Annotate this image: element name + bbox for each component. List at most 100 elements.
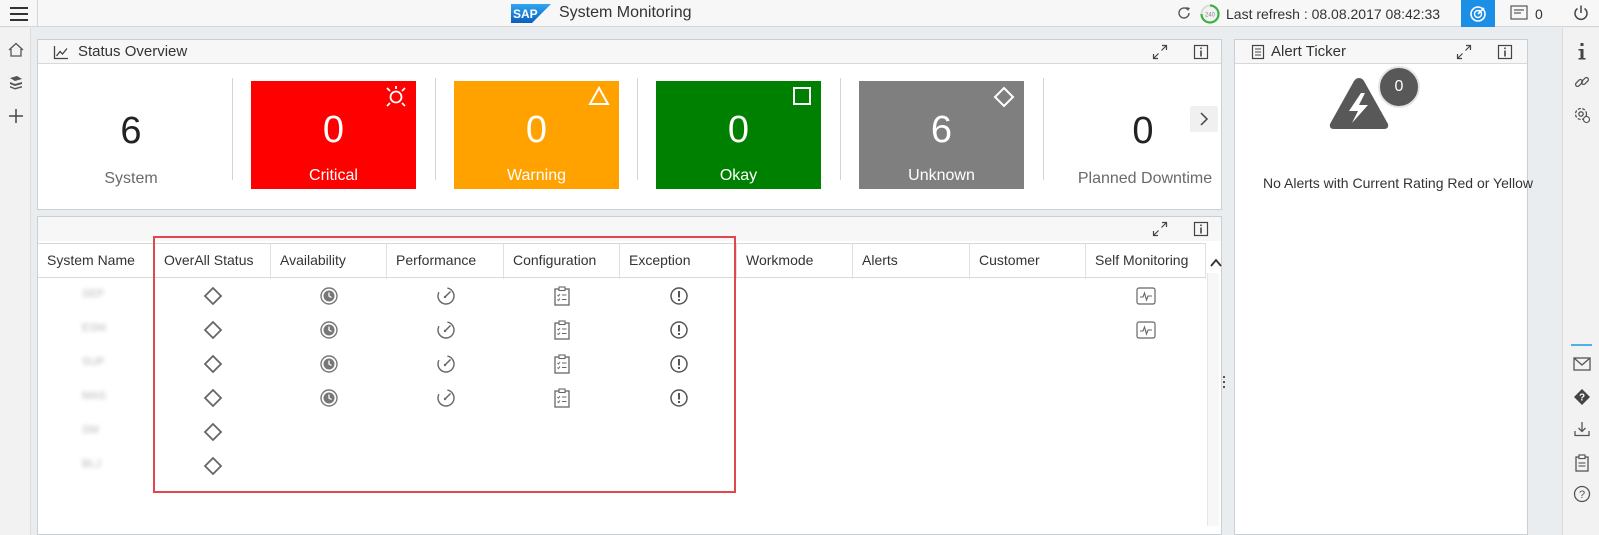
configuration-cell[interactable]	[504, 347, 620, 381]
hamburger-icon	[9, 6, 28, 21]
info-icon	[1578, 43, 1586, 60]
expand-icon[interactable]	[1456, 44, 1472, 60]
refresh-icon[interactable]	[1176, 5, 1192, 21]
table-scrollbar[interactable]	[1207, 273, 1219, 526]
system-name-cell[interactable]: SEP	[82, 288, 104, 300]
chevron-up-icon[interactable]	[1209, 256, 1223, 270]
svg-text:?: ?	[1579, 489, 1585, 501]
performance-cell[interactable]	[387, 313, 504, 347]
availability-clock-icon	[319, 286, 339, 306]
help-button[interactable]: ?	[1571, 483, 1593, 505]
menu-button[interactable]	[0, 0, 38, 27]
exception-cell[interactable]	[620, 347, 737, 381]
planned-downtime-label: Planned Downtime	[1077, 170, 1213, 187]
column-header-system-name[interactable]: System Name	[38, 244, 155, 279]
table-row[interactable]: ESM	[38, 313, 1206, 347]
expand-icon[interactable]	[1152, 221, 1168, 237]
exception-cell[interactable]	[620, 381, 737, 415]
critical-tile[interactable]: 0 Critical	[251, 81, 416, 189]
column-header-workmode[interactable]: Workmode	[737, 244, 853, 279]
column-header-overall-status[interactable]: OverAll Status	[155, 244, 271, 279]
performance-cell[interactable]	[387, 347, 504, 381]
self-monitoring-cell[interactable]	[1086, 279, 1206, 313]
unknown-diamond-icon	[203, 422, 223, 442]
next-page-button[interactable]	[1190, 106, 1218, 132]
clipboard-button[interactable]	[1571, 452, 1593, 474]
table-row[interactable]: BLJ	[38, 449, 1206, 483]
power-icon[interactable]	[1572, 4, 1590, 22]
exception-cell[interactable]	[620, 279, 737, 313]
system-count: 6	[120, 110, 142, 152]
system-name-cell[interactable]: SUP	[82, 356, 105, 368]
availability-cell[interactable]	[271, 347, 387, 381]
info-box-icon[interactable]	[1193, 44, 1209, 60]
monitoring-target-button[interactable]	[1461, 0, 1495, 27]
system-name-cell[interactable]: ESM	[82, 322, 106, 334]
table-row[interactable]: SUP	[38, 347, 1206, 381]
availability-cell[interactable]	[271, 279, 387, 313]
system-name-cell[interactable]: SM	[82, 424, 99, 436]
availability-cell[interactable]	[271, 313, 387, 347]
table-row[interactable]: SM	[38, 415, 1206, 449]
column-header-performance[interactable]: Performance	[387, 244, 504, 279]
table-row[interactable]: MAS	[38, 381, 1206, 415]
performance-cell[interactable]	[387, 279, 504, 313]
info-box-icon[interactable]	[1193, 221, 1209, 237]
notification-count: 0	[1535, 6, 1543, 22]
warning-tile[interactable]: 0 Warning	[454, 81, 619, 189]
rail-separator	[1571, 344, 1592, 346]
home-button[interactable]	[6, 40, 26, 60]
performance-gauge-icon	[436, 388, 456, 408]
auto-refresh-timer-icon[interactable]: 240	[1200, 4, 1220, 24]
system-name-cell[interactable]: MAS	[82, 390, 106, 402]
column-header-availability[interactable]: Availability	[271, 244, 387, 279]
kpi-divider	[435, 78, 436, 180]
configuration-cell[interactable]	[504, 381, 620, 415]
availability-cell[interactable]	[271, 381, 387, 415]
performance-cell[interactable]	[387, 381, 504, 415]
overall-cell[interactable]	[155, 449, 271, 483]
overall-cell[interactable]	[155, 381, 271, 415]
okay-tile[interactable]: 0 Okay	[656, 81, 821, 189]
add-button[interactable]	[6, 106, 26, 126]
info-button[interactable]	[1571, 40, 1593, 62]
link-button[interactable]	[1571, 71, 1593, 93]
system-name-cell[interactable]: BLJ	[82, 458, 101, 470]
column-header-alerts[interactable]: Alerts	[853, 244, 970, 279]
column-header-self-monitoring[interactable]: Self Monitoring	[1086, 244, 1206, 279]
unknown-label: Unknown	[908, 167, 975, 184]
email-button[interactable]	[1571, 353, 1593, 375]
expand-icon[interactable]	[1152, 44, 1168, 60]
critical-count: 0	[322, 109, 345, 151]
layers-button[interactable]	[6, 72, 26, 92]
self-monitoring-cell[interactable]	[1086, 313, 1206, 347]
settings-button[interactable]	[1571, 104, 1593, 126]
unknown-tile[interactable]: 6 Unknown	[859, 81, 1024, 189]
overall-cell[interactable]	[155, 313, 271, 347]
shell-bar: SAP System Monitoring 240 Last refresh :…	[0, 0, 1599, 27]
table-row[interactable]: SEP	[38, 279, 1206, 313]
overall-cell[interactable]	[155, 347, 271, 381]
info-box-icon[interactable]	[1497, 44, 1513, 60]
no-alerts-message: No Alerts with Current Rating Red or Yel…	[1262, 175, 1534, 191]
right-side-rail: ? ?	[1562, 28, 1599, 535]
column-header-exception[interactable]: Exception	[620, 244, 737, 279]
splitter-handle-icon[interactable]	[1222, 376, 1226, 390]
left-side-rail	[0, 28, 31, 535]
okay-count: 0	[727, 109, 750, 151]
configuration-cell[interactable]	[504, 313, 620, 347]
chevron-right-icon	[1200, 112, 1209, 126]
configuration-cell[interactable]	[504, 279, 620, 313]
configuration-clipboard-icon	[553, 286, 571, 306]
overall-cell[interactable]	[155, 279, 271, 313]
exception-alert-icon	[669, 320, 689, 340]
help-diamond-button[interactable]: ?	[1571, 386, 1593, 408]
configuration-clipboard-icon	[553, 388, 571, 408]
column-header-customer[interactable]: Customer	[970, 244, 1086, 279]
warning-label: Warning	[507, 167, 566, 184]
download-button[interactable]	[1571, 418, 1593, 440]
column-header-configuration[interactable]: Configuration	[504, 244, 620, 279]
notifications-icon[interactable]	[1510, 5, 1528, 21]
exception-cell[interactable]	[620, 313, 737, 347]
overall-cell[interactable]	[155, 415, 271, 449]
